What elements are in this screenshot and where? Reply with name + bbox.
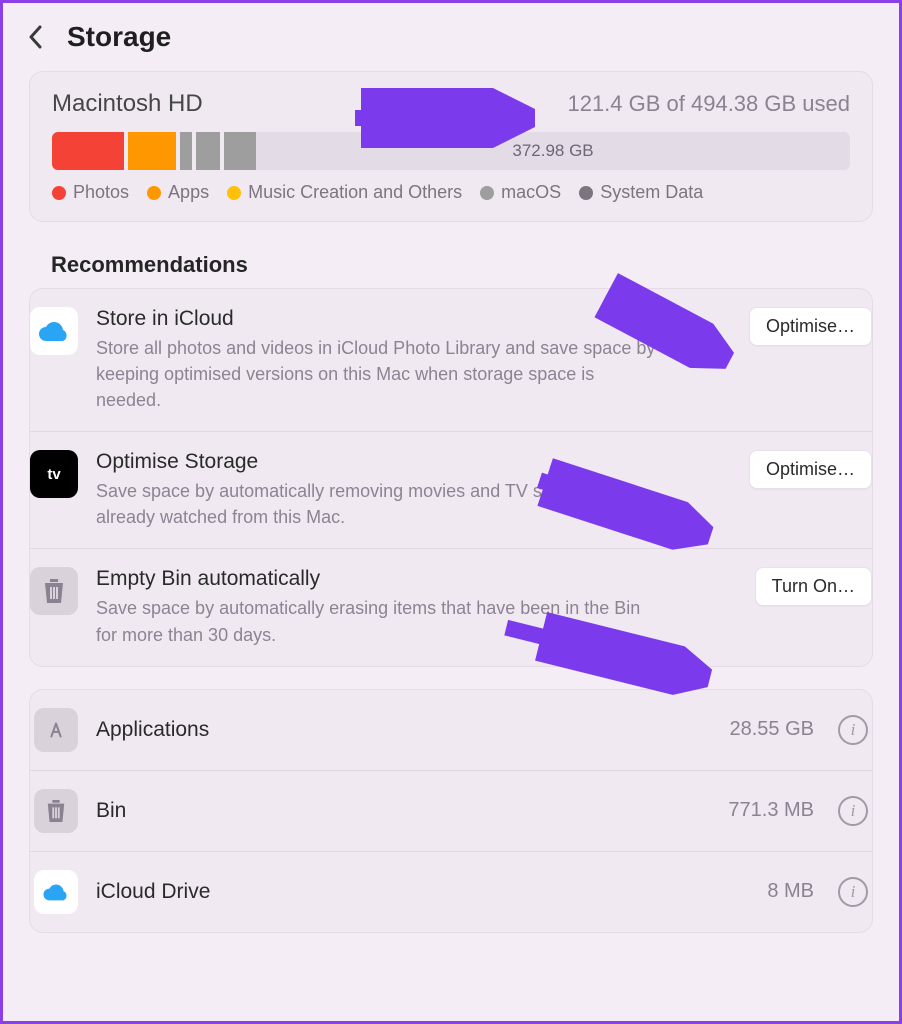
recommendations-heading: Recommendations (51, 252, 873, 278)
legend-label: macOS (501, 182, 561, 203)
rec-body: Empty Bin automatically Save space by aut… (96, 567, 737, 647)
rec-description: Save space by automatically removing mov… (96, 478, 656, 530)
storage-seg-system (224, 132, 256, 170)
rec-title: Store in iCloud (96, 307, 731, 331)
category-name: iCloud Drive (96, 880, 749, 904)
recommendation-item: Empty Bin automatically Save space by aut… (30, 548, 872, 665)
page-title: Storage (67, 21, 171, 53)
storage-seg-apps (128, 132, 176, 170)
storage-bar: 372.98 GB (52, 132, 850, 170)
storage-seg-macos (196, 132, 220, 170)
rec-title: Optimise Storage (96, 450, 731, 474)
legend-swatch (579, 186, 593, 200)
storage-seg-music (180, 132, 192, 170)
category-name: Bin (96, 799, 710, 823)
legend-swatch (227, 186, 241, 200)
rec-description: Store all photos and videos in iCloud Ph… (96, 335, 656, 413)
legend-label: Music Creation and Others (248, 182, 462, 203)
category-size: 771.3 MB (728, 799, 814, 822)
category-size: 28.55 GB (729, 718, 814, 741)
legend-item: Photos (52, 182, 129, 203)
legend-item: Music Creation and Others (227, 182, 462, 203)
applications-icon (34, 708, 78, 752)
recommendation-item: tv Optimise Storage Save space by automati… (30, 431, 872, 548)
rec-title: Empty Bin automatically (96, 567, 737, 591)
trash-icon (34, 789, 78, 833)
trash-icon (30, 567, 78, 615)
category-item[interactable]: Applications 28.55 GB i (30, 690, 872, 770)
category-size: 8 MB (767, 880, 814, 903)
apple-tv-icon: tv (30, 450, 78, 498)
legend-swatch (480, 186, 494, 200)
info-button[interactable]: i (838, 796, 868, 826)
categories-card: Applications28.55 GBiBin771.3 MBiiCloud … (29, 689, 873, 933)
category-item[interactable]: iCloud Drive 8 MB i (30, 851, 872, 932)
cloud-icon (30, 307, 78, 355)
rec-action-button[interactable]: Optimise… (749, 450, 872, 489)
rec-body: Store in iCloud Store all photos and vide… (96, 307, 731, 413)
recommendation-item: Store in iCloud Store all photos and vide… (30, 289, 872, 431)
storage-seg-photos (52, 132, 124, 170)
info-button[interactable]: i (838, 715, 868, 745)
disk-usage-text: 121.4 GB of 494.38 GB used (567, 91, 850, 117)
rec-action-button[interactable]: Optimise… (749, 307, 872, 346)
legend-label: Photos (73, 182, 129, 203)
rec-body: Optimise Storage Save space by automatica… (96, 450, 731, 530)
legend-item: System Data (579, 182, 703, 203)
back-button[interactable] (25, 23, 45, 51)
legend-item: macOS (480, 182, 561, 203)
cloud-icon (34, 870, 78, 914)
legend-item: Apps (147, 182, 209, 203)
recommendations-card: Store in iCloud Store all photos and vide… (29, 288, 873, 667)
disk-name: Macintosh HD (52, 90, 203, 118)
info-button[interactable]: i (838, 877, 868, 907)
rec-action-button[interactable]: Turn On… (755, 567, 872, 606)
storage-free-label: 372.98 GB (256, 132, 850, 170)
header: Storage (3, 3, 899, 71)
category-name: Applications (96, 718, 711, 742)
rec-description: Save space by automatically erasing item… (96, 595, 656, 647)
legend-label: Apps (168, 182, 209, 203)
category-item[interactable]: Bin 771.3 MB i (30, 770, 872, 851)
storage-legend: Photos Apps Music Creation and Others macOS… (52, 182, 850, 203)
legend-label: System Data (600, 182, 703, 203)
disk-card: Macintosh HD 121.4 GB of 494.38 GB used … (29, 71, 873, 222)
legend-swatch (147, 186, 161, 200)
legend-swatch (52, 186, 66, 200)
